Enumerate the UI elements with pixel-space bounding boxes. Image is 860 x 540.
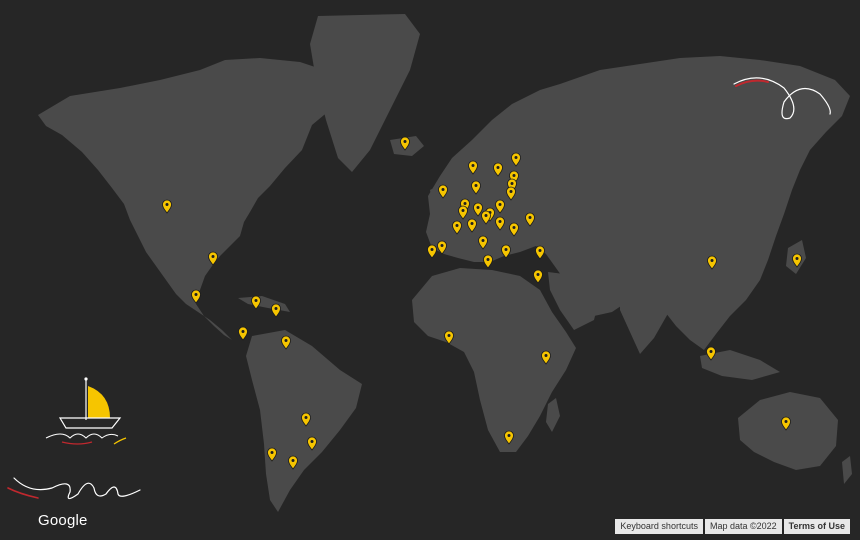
map-marker-dot <box>507 434 511 437</box>
australia-land <box>738 392 838 470</box>
map-marker-dot <box>484 214 488 217</box>
map-marker-dot <box>403 140 407 143</box>
sailboat-sail <box>88 386 110 418</box>
map-marker-dot <box>544 354 548 357</box>
map-marker-dot <box>463 202 467 205</box>
map-marker-dot <box>461 209 465 212</box>
map-marker-dot <box>211 255 215 258</box>
sailboat-red-wave <box>61 441 93 445</box>
map-marker-dot <box>274 307 278 310</box>
map-marker-dot <box>474 184 478 187</box>
map-marker[interactable] <box>535 245 545 260</box>
map-marker-dot <box>455 224 459 227</box>
map-marker-dot <box>241 330 245 333</box>
map-marker-dot <box>498 220 502 223</box>
map-marker-pin-icon <box>427 244 437 259</box>
sailboat-yellow-wave <box>113 437 127 445</box>
new-zealand-land <box>842 456 852 484</box>
world-map[interactable] <box>0 0 860 540</box>
map-marker-dot <box>504 248 508 251</box>
map-marker-dot <box>528 216 532 219</box>
map-marker[interactable] <box>533 269 543 284</box>
map-marker-dot <box>447 334 451 337</box>
map-marker-dot <box>536 273 540 276</box>
sailboat-doodle <box>45 377 127 445</box>
map-marker-dot <box>784 420 788 423</box>
map-marker-dot <box>496 166 500 169</box>
map-marker-dot <box>514 156 518 159</box>
map-marker-pin-icon <box>271 303 281 318</box>
india-land <box>620 290 670 354</box>
sailboat-mast-top <box>84 377 88 381</box>
map-marker-pin-icon <box>533 269 543 284</box>
map-marker-dot <box>284 339 288 342</box>
map-marker-dot <box>538 249 542 252</box>
map-marker[interactable] <box>483 254 493 269</box>
map-data-label: Map data ©2022 <box>704 519 782 534</box>
map-marker-dot <box>430 248 434 251</box>
map-marker-dot <box>486 258 490 261</box>
map-marker-dot <box>509 190 513 193</box>
map-marker-dot <box>476 206 480 209</box>
map-marker-dot <box>512 174 516 177</box>
caribbean-land <box>238 296 290 312</box>
sailboat-hull <box>58 417 122 429</box>
map-marker-dot <box>440 244 444 247</box>
map-marker-dot <box>498 203 502 206</box>
attribution-bar: Keyboard shortcuts Map data ©2022 Terms … <box>615 519 850 534</box>
map-marker-dot <box>470 222 474 225</box>
map-marker-dot <box>254 299 258 302</box>
sailboat-waves <box>45 433 119 439</box>
map-marker[interactable] <box>427 244 437 259</box>
map-marker-dot <box>441 188 445 191</box>
keyboard-shortcuts-link[interactable]: Keyboard shortcuts <box>615 519 703 534</box>
map-marker-dot <box>310 440 314 443</box>
map-marker-pin-icon <box>251 295 261 310</box>
terms-of-use-link[interactable]: Terms of Use <box>783 519 850 534</box>
map-marker[interactable] <box>271 303 281 318</box>
map-marker-dot <box>304 416 308 419</box>
google-logo: Google <box>38 512 88 529</box>
map-marker-dot <box>481 239 485 242</box>
map-marker-dot <box>795 257 799 260</box>
map-marker-dot <box>710 259 714 262</box>
map-marker[interactable] <box>251 295 261 310</box>
map-marker-pin-icon <box>238 326 248 341</box>
map-marker[interactable] <box>238 326 248 341</box>
map-marker-dot <box>165 203 169 206</box>
map-marker-dot <box>270 451 274 454</box>
map-marker-pin-icon <box>483 254 493 269</box>
land-masses <box>38 14 852 512</box>
map-marker-dot <box>291 459 295 462</box>
map-marker-dot <box>512 226 516 229</box>
map-marker-dot <box>709 350 713 353</box>
decorative-squiggle <box>7 477 141 500</box>
squiggle-white <box>13 477 141 500</box>
map-marker-dot <box>471 164 475 167</box>
map-marker-dot <box>194 293 198 296</box>
map-marker-pin-icon <box>535 245 545 260</box>
map-marker-dot <box>510 182 514 185</box>
madagascar-land <box>546 398 560 432</box>
north-america-land <box>38 58 340 340</box>
